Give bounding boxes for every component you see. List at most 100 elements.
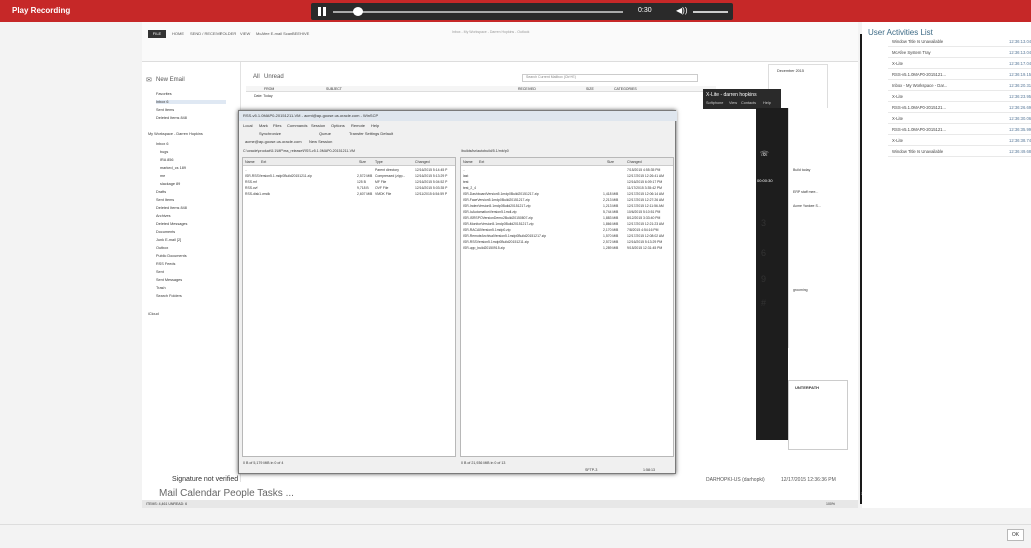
folder-item[interactable]: Sent	[156, 270, 164, 274]
folder-item[interactable]: Deleted Items 848	[156, 116, 187, 120]
filter-unread[interactable]: Unread	[264, 74, 284, 80]
phone-icon[interactable]: ☏	[760, 150, 769, 158]
col-size[interactable]: SIZE	[586, 87, 594, 91]
session-tab[interactable]: acme@ap-goose.us.oracle.com	[245, 139, 302, 144]
folder-item[interactable]: Inbox 6	[156, 142, 168, 146]
folder-item[interactable]: IRA 856	[160, 158, 174, 162]
new-email-button[interactable]: New Email	[156, 77, 185, 83]
folder-item[interactable]: My Workspace - Darren Hopkins	[148, 132, 203, 136]
queue-button[interactable]: Queue	[319, 131, 331, 136]
folder-item[interactable]: Drafts	[156, 190, 166, 194]
filter-all[interactable]: All	[253, 74, 260, 80]
folder-item[interactable]: Archives	[156, 214, 171, 218]
folder-item[interactable]: Outbox	[156, 246, 168, 250]
folder-item[interactable]: Favorites	[156, 92, 172, 96]
activity-row[interactable]: McAfee System Tray 12:36:13.043	[888, 47, 1031, 58]
volume-slider[interactable]	[693, 11, 728, 13]
progress-track[interactable]	[333, 11, 623, 13]
xlite-menu[interactable]: Softphone	[706, 101, 723, 105]
nav-mail[interactable]: Mail	[159, 488, 177, 499]
folder-item[interactable]: Trash	[156, 286, 166, 290]
pause-icon[interactable]	[323, 7, 326, 16]
appt-item[interactable]: grooming	[793, 288, 808, 292]
progress-knob[interactable]	[353, 7, 363, 16]
folder-item[interactable]: Public Documents	[156, 254, 187, 258]
col-from[interactable]: FROM	[264, 87, 274, 91]
file-row[interactable]: ISR-upp_build20150915.zip 1,289 MiB 9/15/2…	[463, 246, 673, 252]
activity-row[interactable]: X-Lite 12:36:17.040	[888, 58, 1031, 69]
menu-help[interactable]: Help	[371, 123, 379, 128]
appt-item[interactable]: Acme Yankee S...	[793, 204, 821, 208]
folder-item[interactable]: Sent Items	[156, 108, 174, 112]
col-name[interactable]: Name	[245, 160, 255, 164]
col-type[interactable]: Type	[375, 160, 383, 164]
nav-calendar[interactable]: Calendar	[180, 488, 221, 499]
tab-send-receive[interactable]: SEND / RECEIVE	[190, 31, 222, 36]
menu-files[interactable]: Files	[273, 123, 281, 128]
activity-row[interactable]: RSS-v5.1.0MAP0-2015121... 12:36:26.690	[888, 102, 1031, 113]
local-path[interactable]: C:\oracle\product\5.1\MP\rss_release\RSS…	[243, 149, 355, 153]
activity-row[interactable]: Window Title Is Unavailable 12:36:13.043	[888, 36, 1031, 47]
col-categories[interactable]: CATEGORIES	[614, 87, 637, 91]
folder-item[interactable]: marked_cs 189	[160, 166, 186, 170]
menu-commands[interactable]: Commands	[287, 123, 307, 128]
folder-item[interactable]: Search Folders	[156, 294, 182, 298]
remote-path[interactable]: /builds/isr/autobuild/5.1/mb/p0	[461, 149, 509, 153]
appt-item[interactable]: ERP staff mee...	[793, 190, 818, 194]
tab-mcafee[interactable]: McAfee E-mail Scan	[256, 31, 292, 36]
tab-view[interactable]: VIEW	[240, 31, 250, 36]
menu-local[interactable]: Local	[243, 123, 253, 128]
nav-tasks[interactable]: Tasks	[257, 488, 283, 499]
col-ext[interactable]: Ext	[261, 160, 266, 164]
pause-icon[interactable]	[318, 7, 321, 16]
activity-row[interactable]: Window Title Is Unavailable 12:36:49.687	[888, 146, 1031, 157]
tab-home[interactable]: HOME	[172, 31, 184, 36]
tab-beehive[interactable]: BEEHIVE	[292, 31, 309, 36]
menu-session[interactable]: Session	[311, 123, 325, 128]
search-input[interactable]: Search Current Mailbox (Ctrl+E)	[522, 74, 698, 82]
folder-item[interactable]: Deleted Messages	[156, 222, 187, 226]
folder-item[interactable]: iCloud	[148, 312, 159, 316]
folder-item[interactable]: me	[160, 174, 165, 178]
nav-people[interactable]: People	[224, 488, 255, 499]
zoom-level[interactable]: 100%	[826, 502, 835, 506]
col-subject[interactable]: SUBJECT	[326, 87, 342, 91]
col-ext[interactable]: Ext	[479, 160, 484, 164]
tab-file[interactable]: FILE	[148, 30, 166, 38]
menu-options[interactable]: Options	[331, 123, 345, 128]
nav-more[interactable]: ...	[286, 488, 294, 499]
col-size[interactable]: Size	[359, 160, 366, 164]
activity-row[interactable]: RSS-v5.1.0MAP0-2015121... 12:36:35.990	[888, 124, 1031, 135]
col-size[interactable]: Size	[607, 160, 614, 164]
new-session-tab[interactable]: New Session	[309, 139, 332, 144]
folder-item[interactable]: Junk E-mail [2]	[156, 238, 181, 242]
appt-item[interactable]: Build today	[793, 168, 810, 172]
activity-row[interactable]: X-Lite 12:36:23.953	[888, 91, 1031, 102]
menu-mark[interactable]: Mark	[259, 123, 268, 128]
file-row[interactable]: RSS-disk1.vmdk 2,607 MiB VMDK File 12/11/20…	[245, 192, 455, 198]
folder-item[interactable]: Sent Messages	[156, 278, 182, 282]
transfer-settings[interactable]: Transfer Settings Default	[349, 131, 393, 136]
folder-item[interactable]: Sent Items	[156, 198, 174, 202]
folder-item[interactable]: RSS Feeds	[156, 262, 175, 266]
activity-row[interactable]: RSS-v5.1.0MAP0-2015121... 12:36:19.150	[888, 69, 1031, 80]
activity-row[interactable]: Inbox - My Workspace - Dar... 12:36:20.31…	[888, 80, 1031, 91]
tab-folder[interactable]: FOLDER	[220, 31, 236, 36]
xlite-menu[interactable]: Contacts	[741, 101, 756, 105]
col-received[interactable]: RECEIVED	[518, 87, 536, 91]
folder-item[interactable]: Inbox 6	[156, 100, 226, 104]
col-name[interactable]: Name	[463, 160, 473, 164]
activity-row[interactable]: X-Lite 12:36:30.060	[888, 113, 1031, 124]
sync-button[interactable]: Synchronize	[259, 131, 281, 136]
folder-item[interactable]: Deleted Items 848	[156, 206, 187, 210]
menu-remote[interactable]: Remote	[351, 123, 365, 128]
ok-button[interactable]: OK	[1007, 529, 1024, 541]
volume-icon[interactable]: ◀))	[676, 6, 687, 15]
xlite-menu[interactable]: View	[729, 101, 737, 105]
folder-item[interactable]: slackage 89	[160, 182, 180, 186]
xlite-menu[interactable]: Help	[763, 101, 771, 105]
col-changed[interactable]: Changed	[415, 160, 430, 164]
folder-item[interactable]: bugs	[160, 150, 168, 154]
folder-item[interactable]: Documents	[156, 230, 175, 234]
col-changed[interactable]: Changed	[627, 160, 642, 164]
